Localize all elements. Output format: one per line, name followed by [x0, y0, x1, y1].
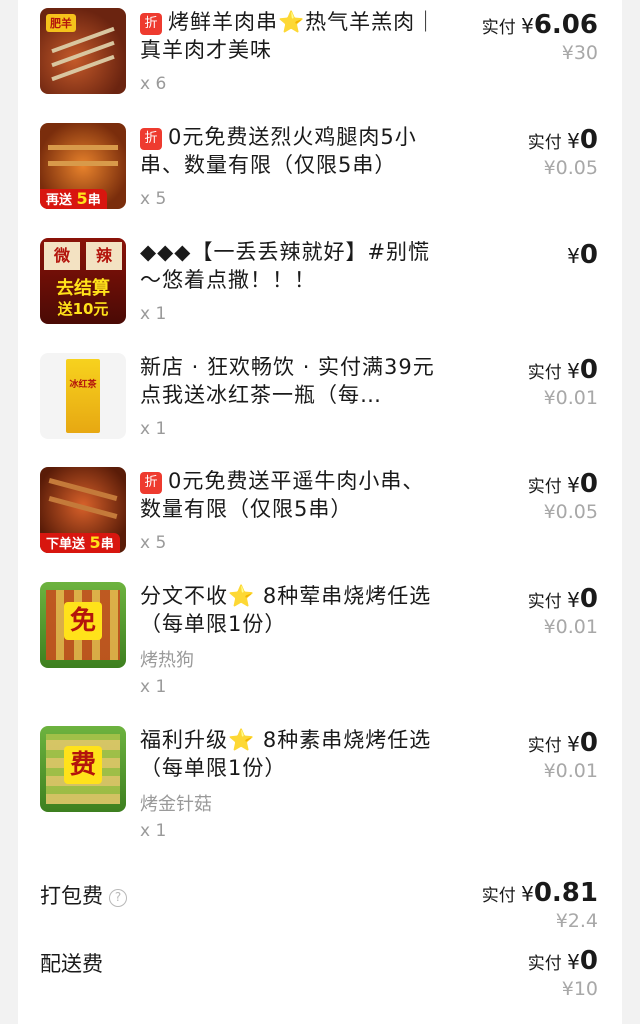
original-price: ¥30: [561, 42, 598, 64]
product-image: 下单送 5串: [40, 467, 126, 553]
packing-fee-label: 打包费?: [40, 880, 127, 910]
packing-fee-original: ¥2.4: [555, 910, 598, 932]
original-price: ¥0.01: [543, 760, 598, 782]
delivery-fee-price: 实付 ¥0: [527, 946, 598, 976]
item-quantity: x 1: [140, 419, 167, 439]
original-price: ¥0.05: [543, 157, 598, 179]
item-title: ◆◆◆【一丢丢辣就好】#别慌～悠着点撒！！！: [140, 240, 431, 292]
product-image: 再送 5串: [40, 123, 126, 209]
item-title: 福利升级⭐ 8种素串烧烤任选（每单限1份）: [140, 728, 432, 780]
star-icon: ⭐: [228, 584, 256, 608]
delivery-fee-label: 配送费: [40, 952, 103, 976]
help-icon[interactable]: ?: [109, 889, 127, 907]
paid-price: ¥0: [567, 240, 598, 270]
item-title: 折 0元免费送平遥牛肉小串、数量有限（仅限5串）: [140, 469, 425, 521]
order-items-card: 肥羊 折烤鲜羊肉串⭐热气羊羔肉｜真羊肉才美味 实付 ¥6.06 ¥30 x 6 …: [18, 0, 622, 1024]
paid-price: 实付 ¥0: [527, 125, 598, 155]
item-title: 新店 · 狂欢畅饮 · 实付满39元点我送冰红茶一瓶（每…: [140, 355, 435, 407]
item-quantity: x 6: [140, 74, 167, 94]
thumb-logo-label: 冰红茶: [69, 380, 97, 390]
product-image: 费: [40, 726, 126, 812]
thumb-logo-label: 免: [64, 602, 102, 640]
item-spec: 烤金针菇: [140, 794, 212, 815]
delivery-fee-original: ¥10: [561, 978, 598, 1000]
original-price: ¥0.01: [543, 616, 598, 638]
original-price: ¥0.05: [543, 501, 598, 523]
item-quantity: x 1: [140, 677, 167, 697]
item-quantity: x 5: [140, 189, 167, 209]
item-title: 折 0元免费送烈火鸡腿肉5小串、数量有限（仅限5串）: [140, 125, 417, 177]
item-quantity: x 1: [140, 304, 167, 324]
item-quantity: x 1: [140, 821, 167, 841]
product-image: 免: [40, 582, 126, 668]
paid-price: 实付 ¥0: [527, 469, 598, 499]
packing-fee-price: 实付 ¥0.81: [481, 878, 598, 908]
original-price: ¥0.01: [543, 387, 598, 409]
item-spec: 烤热狗: [140, 650, 194, 671]
paid-price: 实付 ¥0: [527, 355, 598, 385]
star-icon: ⭐: [278, 10, 306, 34]
paid-price: 实付 ¥0: [527, 584, 598, 614]
discount-badge: 折: [140, 13, 162, 35]
item-title: 折烤鲜羊肉串⭐热气羊羔肉｜真羊肉才美味: [140, 10, 438, 62]
item-quantity: x 5: [140, 533, 167, 553]
discount-badge: 折: [140, 128, 162, 150]
paid-price: 实付 ¥0: [527, 728, 598, 758]
thumb-caption: 下单送 5串: [40, 533, 120, 553]
thumb-logo-label: 肥羊: [46, 14, 76, 32]
star-icon: ⭐: [228, 728, 256, 752]
product-image: 微 辣 去结算 送10元: [40, 238, 126, 324]
item-title: 分文不收⭐ 8种荤串烧烤任选（每单限1份）: [140, 584, 432, 636]
product-image: 冰红茶: [40, 353, 126, 439]
product-image: 肥羊: [40, 8, 126, 94]
thumb-caption: 再送 5串: [40, 189, 107, 209]
discount-badge: 折: [140, 472, 162, 494]
paid-price: 实付 ¥6.06: [481, 10, 598, 40]
thumb-logo-label: 费: [64, 746, 102, 784]
